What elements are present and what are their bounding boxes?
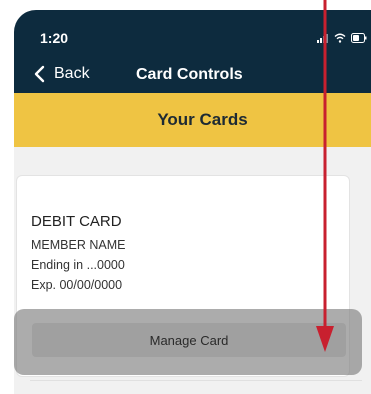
back-button[interactable]: Back — [30, 64, 90, 84]
wifi-icon — [334, 33, 346, 43]
card-type: DEBIT CARD — [31, 213, 122, 230]
card-divider — [30, 380, 362, 381]
signal-icon — [317, 34, 328, 43]
card-ending: Ending in ...0000 — [31, 258, 125, 272]
manage-card-button[interactable]: Manage Card — [32, 323, 346, 357]
card-expiration: Exp. 00/00/0000 — [31, 278, 123, 292]
app-header: 1:20 Back Card Controls — [14, 10, 371, 93]
chevron-left-icon — [34, 65, 45, 83]
status-time: 1:20 — [40, 30, 69, 46]
back-label: Back — [54, 65, 90, 82]
status-icons — [317, 32, 367, 44]
manage-card-label: Manage Card — [149, 332, 229, 348]
section-title: Your Cards — [157, 110, 248, 129]
member-name: MEMBER NAME — [31, 238, 126, 252]
battery-icon — [351, 33, 367, 43]
section-header: Your Cards — [14, 93, 371, 147]
page-title: Card Controls — [136, 66, 243, 83]
